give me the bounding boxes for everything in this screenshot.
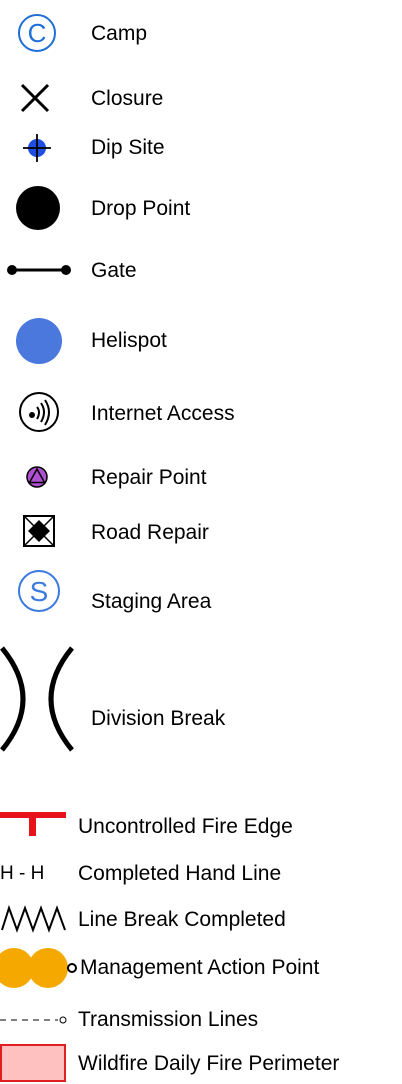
- legend-label: Helispot: [91, 329, 167, 352]
- completed-hand-line-icon: H - H: [0, 863, 45, 884]
- dip-site-icon: [23, 134, 51, 162]
- wildfire-daily-fire-perimeter-icon: [0, 1044, 66, 1082]
- legend-label: Transmission Lines: [78, 1008, 259, 1031]
- division-break-icon: [0, 646, 74, 752]
- legend-label: Completed Hand Line: [78, 862, 282, 885]
- legend-label: Division Break: [91, 707, 226, 730]
- legend-label: Staging Area: [91, 590, 212, 613]
- uncontrolled-fire-edge-icon: [0, 812, 66, 836]
- legend-label: Road Repair: [91, 521, 209, 544]
- camp-icon: C: [18, 14, 56, 52]
- drop-point-icon: [16, 186, 60, 230]
- legend-label: Management Action Point: [80, 956, 320, 979]
- legend-label: Gate: [91, 259, 137, 282]
- gate-icon: [7, 265, 71, 275]
- legend-label: Wildfire Daily Fire Perimeter: [78, 1052, 340, 1075]
- legend-label: Repair Point: [91, 466, 207, 489]
- svg-text:C: C: [28, 18, 47, 48]
- closure-icon: [20, 83, 50, 113]
- staging-area-icon: S: [18, 570, 60, 612]
- internet-access-icon: [19, 392, 59, 432]
- legend-label: Drop Point: [91, 197, 191, 220]
- legend-label: Camp: [91, 22, 148, 45]
- legend-label: Line Break Completed: [78, 908, 286, 931]
- legend-label: Internet Access: [91, 402, 235, 425]
- repair-point-icon: [26, 466, 48, 488]
- helispot-icon: [16, 318, 62, 364]
- transmission-lines-icon: [0, 1016, 67, 1024]
- line-break-completed-icon: [1, 904, 66, 933]
- legend-label: Uncontrolled Fire Edge: [78, 815, 293, 838]
- svg-text:S: S: [30, 576, 49, 607]
- management-action-point-icon: [0, 948, 77, 988]
- legend-label: Closure: [91, 87, 164, 110]
- road-repair-icon: [23, 515, 55, 547]
- legend-label: Dip Site: [91, 136, 165, 159]
